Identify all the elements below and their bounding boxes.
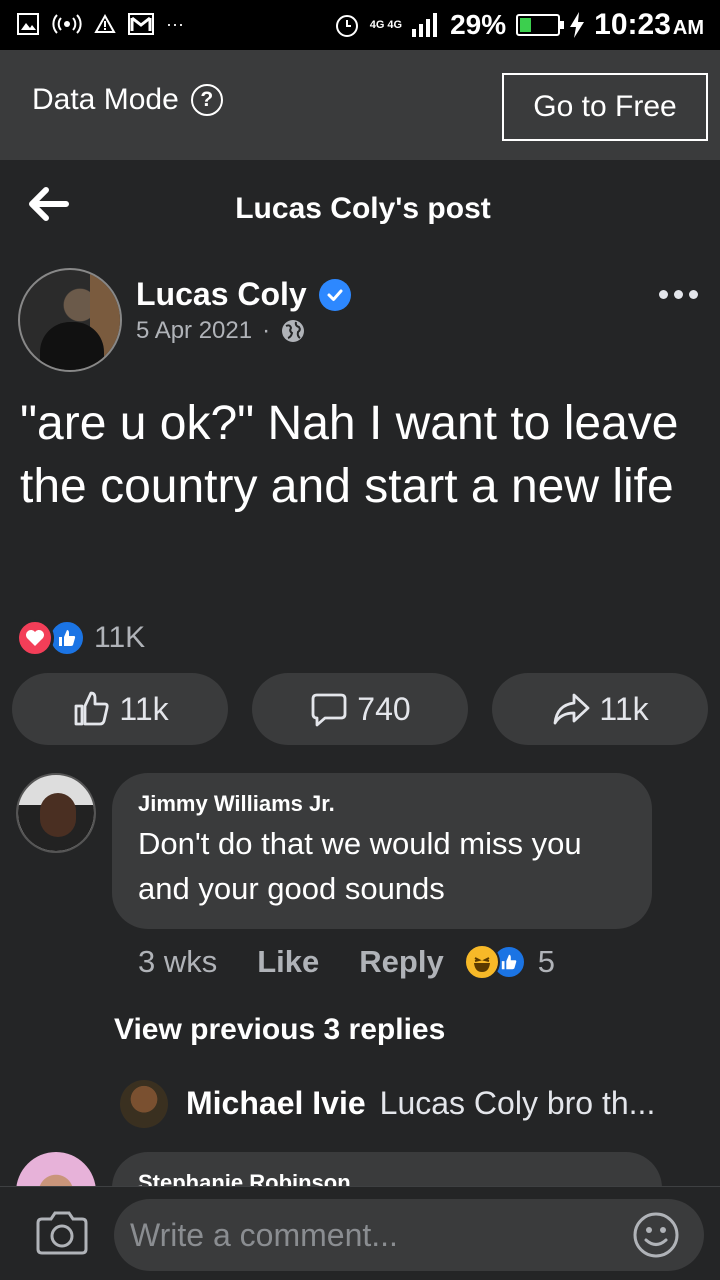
battery-icon	[516, 14, 565, 36]
author-name-text[interactable]: Lucas Coly	[136, 276, 307, 313]
share-count: 11k	[599, 690, 649, 727]
comment-reply-button[interactable]: Reply	[359, 944, 443, 980]
globe-icon	[282, 320, 305, 342]
like-count: 11k	[119, 690, 169, 727]
commenter-avatar[interactable]	[16, 773, 96, 853]
love-reaction-icon	[16, 619, 54, 657]
status-system-icons: 4G 4G 29% 10:23 AM	[334, 8, 704, 42]
reply-text: Lucas Coly bro th...	[379, 1085, 656, 1121]
charging-icon	[570, 12, 585, 38]
reactions-summary[interactable]: 11K	[16, 619, 145, 657]
warning-icon	[94, 14, 116, 33]
help-icon[interactable]: ?	[190, 84, 223, 116]
post-author[interactable]: Lucas Coly	[136, 276, 351, 313]
post-date[interactable]: 5 Apr 2021	[136, 317, 252, 345]
clock: 10:23 AM	[594, 8, 704, 41]
comment-text: Don't do that we would miss you and your…	[138, 826, 582, 906]
page-title: Lucas Coly's post	[235, 192, 491, 225]
go-to-free-button[interactable]: Go to Free	[502, 73, 708, 141]
comment-author[interactable]: Jimmy Williams Jr.	[138, 791, 626, 817]
gallery-icon	[17, 13, 39, 35]
share-icon	[553, 693, 590, 725]
data-mode-label[interactable]: Data Mode ?	[32, 83, 223, 117]
comment-button[interactable]: 740	[252, 673, 468, 745]
comment-reaction-count[interactable]: 5	[538, 944, 555, 980]
meta-separator: ·	[262, 317, 271, 344]
comment-time: 3 wks	[138, 944, 218, 979]
comment-like-button[interactable]: Like	[257, 944, 319, 980]
data-mode-text: Data Mode	[32, 83, 179, 116]
comment-meta: 3 wks Like Reply 5	[138, 944, 555, 980]
battery-percent: 29%	[450, 9, 507, 40]
reaction-count: 11K	[94, 621, 146, 654]
share-button[interactable]: 11k	[492, 673, 708, 745]
reply-preview[interactable]: Michael Ivie Lucas Coly bro th...	[186, 1085, 655, 1122]
camera-icon[interactable]	[36, 1209, 88, 1255]
data-mode-bar: Data Mode ? Go to Free	[0, 50, 720, 160]
comment-composer	[0, 1186, 720, 1280]
view-previous-replies[interactable]: View previous 3 replies	[114, 1013, 445, 1047]
thumbs-up-icon	[74, 691, 110, 726]
comment-bubble[interactable]: Jimmy Williams Jr. Don't do that we woul…	[112, 773, 652, 929]
status-bar: ··· 4G 4G 29% 10:23 AM	[0, 0, 720, 50]
signal-icon	[412, 13, 438, 37]
network-type: 4G 4G	[369, 19, 403, 31]
comment-count: 740	[357, 690, 411, 727]
gmail-icon	[128, 13, 154, 35]
more-options-icon[interactable]	[659, 290, 698, 299]
like-button[interactable]: 11k	[12, 673, 228, 745]
post-actions: 11k 740 11k	[12, 673, 708, 745]
post-header: Lucas Coly's post	[0, 160, 720, 256]
post-meta: 5 Apr 2021 ·	[136, 317, 306, 345]
hotspot-icon	[52, 14, 82, 34]
comment-icon	[311, 693, 347, 727]
verified-badge-icon	[318, 278, 351, 311]
emoji-icon[interactable]	[632, 1211, 680, 1259]
comment-input[interactable]	[114, 1199, 704, 1271]
alarm-icon	[335, 15, 358, 37]
reply-author[interactable]: Michael Ivie	[186, 1085, 366, 1121]
reply-avatar[interactable]	[120, 1080, 168, 1128]
post-text: "are u ok?" Nah I want to leave the coun…	[20, 397, 679, 513]
status-notification-icons: ···	[16, 12, 184, 36]
author-avatar[interactable]	[18, 268, 122, 372]
more-notifications-icon: ···	[166, 13, 184, 34]
haha-reaction-icon	[463, 944, 500, 980]
